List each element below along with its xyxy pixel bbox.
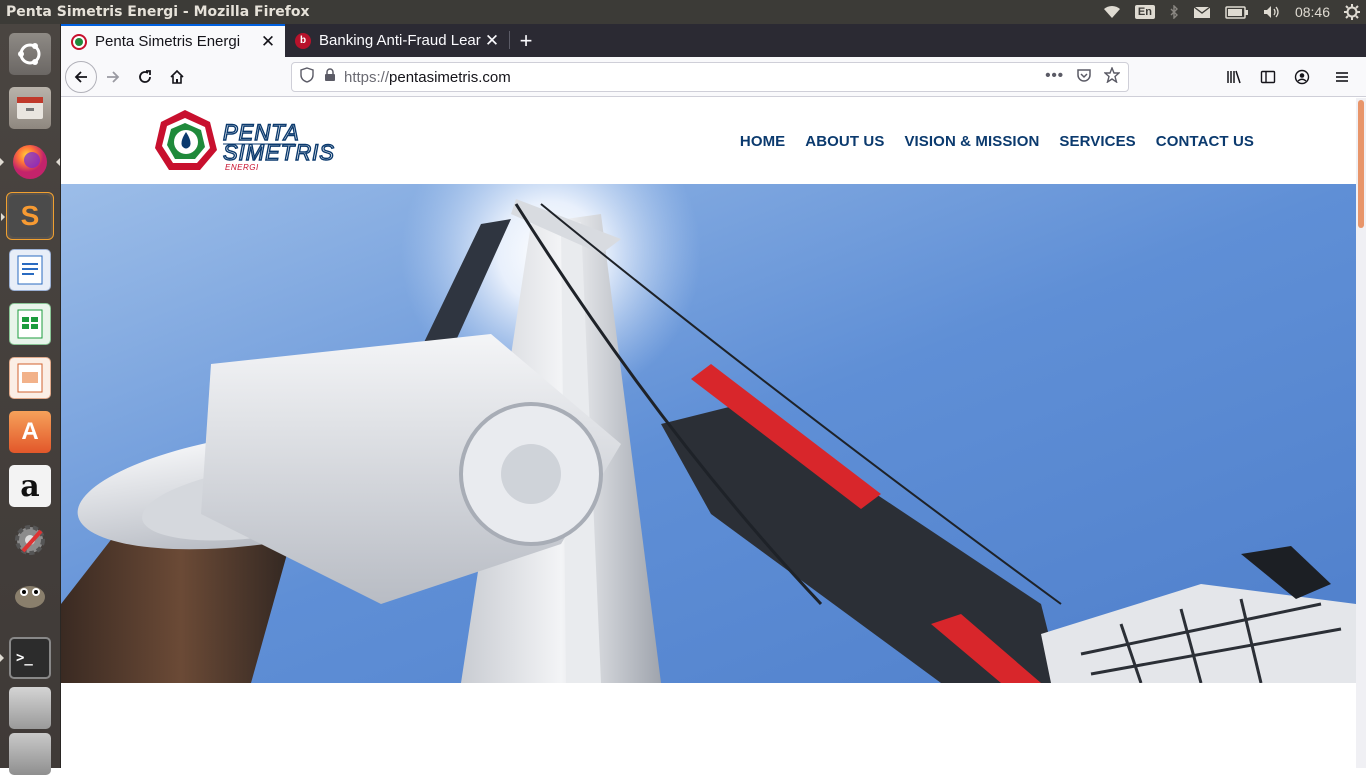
mail-icon[interactable]	[1193, 5, 1211, 19]
penta-simetris-logo[interactable]: PENTA SIMETRIS ENERGI	[155, 108, 365, 174]
scrollbar-thumb[interactable]	[1358, 100, 1364, 228]
hero-image	[61, 184, 1356, 683]
navigation-toolbar: https://pentasimetris.com •••	[61, 57, 1366, 97]
url-bar[interactable]: https://pentasimetris.com •••	[291, 62, 1129, 92]
bluetooth-icon[interactable]	[1169, 5, 1179, 19]
close-tab-icon[interactable]: ✕	[483, 31, 501, 51]
firefox-icon[interactable]	[0, 138, 60, 186]
penta-favicon-icon	[71, 33, 87, 50]
files-icon[interactable]	[6, 84, 54, 132]
web-page: PENTA SIMETRIS ENERGI HOME ABOUT US VISI…	[61, 98, 1356, 768]
reload-button[interactable]	[129, 61, 161, 93]
nav-home-link[interactable]: HOME	[740, 133, 785, 150]
system-top-panel: Penta Simetris Energi - Mozilla Firefox …	[0, 0, 1366, 24]
system-indicators: En 08:46	[1103, 4, 1360, 20]
url-scheme: https://	[344, 68, 390, 86]
unity-launcher: S A a >_	[0, 24, 61, 775]
nav-vision-mission-link[interactable]: VISION & MISSION	[904, 133, 1039, 150]
site-header: PENTA SIMETRIS ENERGI HOME ABOUT US VISI…	[61, 98, 1356, 184]
url-host: pentasimetris.com	[389, 68, 511, 86]
libreoffice-writer-icon[interactable]	[6, 246, 54, 294]
volume-icon[interactable]	[1263, 5, 1281, 19]
toolbar-right	[1218, 61, 1358, 93]
banking-favicon-icon: b	[295, 32, 311, 49]
tab-penta-simetris[interactable]: Penta Simetris Energi ✕	[61, 24, 285, 57]
system-settings-icon[interactable]	[6, 516, 54, 564]
clock[interactable]: 08:46	[1295, 4, 1330, 20]
back-button[interactable]	[65, 60, 97, 93]
forward-button[interactable]	[97, 61, 129, 93]
drive-icon[interactable]	[6, 684, 54, 732]
sidebar-icon[interactable]	[1252, 61, 1284, 93]
power-settings-icon[interactable]	[1344, 4, 1360, 20]
logo-text-line3: ENERGI	[225, 163, 259, 172]
gimp-icon[interactable]	[6, 570, 54, 618]
close-tab-icon[interactable]: ✕	[259, 32, 277, 52]
url-actions: •••	[1045, 66, 1121, 87]
terminal-icon[interactable]: >_	[0, 634, 54, 682]
nav-about-us-link[interactable]: ABOUT US	[805, 133, 884, 150]
new-tab-button[interactable]: +	[510, 24, 542, 57]
tab-title: Banking Anti-Fraud Lear	[319, 32, 481, 49]
ubuntu-dash-icon[interactable]	[6, 30, 54, 78]
trash-icon[interactable]	[6, 730, 54, 778]
home-button[interactable]	[161, 61, 193, 93]
page-actions-menu-icon[interactable]: •••	[1045, 67, 1064, 87]
wifi-icon[interactable]	[1103, 5, 1121, 19]
libreoffice-impress-icon[interactable]	[6, 354, 54, 402]
tab-title: Penta Simetris Energi	[95, 33, 241, 50]
library-icon[interactable]	[1218, 61, 1250, 93]
main-navigation: HOME ABOUT US VISION & MISSION SERVICES …	[740, 133, 1254, 150]
nav-contact-us-link[interactable]: CONTACT US	[1156, 133, 1254, 150]
libreoffice-calc-icon[interactable]	[6, 300, 54, 348]
account-icon[interactable]	[1286, 61, 1318, 93]
drilling-rig-photo	[61, 184, 1356, 683]
sublime-text-icon[interactable]: S	[1, 192, 54, 240]
lock-icon[interactable]	[324, 68, 336, 86]
keyboard-layout-indicator[interactable]: En	[1134, 5, 1155, 19]
amazon-icon[interactable]: a	[6, 462, 54, 510]
tab-banking-anti-fraud[interactable]: b Banking Anti-Fraud Lear ✕	[285, 24, 509, 57]
ubuntu-software-icon[interactable]: A	[6, 408, 54, 456]
tab-bar: Penta Simetris Energi ✕ b Banking Anti-F…	[61, 24, 1366, 57]
tracking-shield-icon[interactable]	[300, 67, 314, 87]
window-title: Penta Simetris Energi - Mozilla Firefox	[6, 4, 310, 20]
bookmark-star-icon[interactable]	[1103, 66, 1121, 87]
battery-icon[interactable]	[1225, 5, 1249, 19]
nav-services-link[interactable]: SERVICES	[1059, 133, 1135, 150]
page-scrollbar[interactable]	[1356, 98, 1366, 768]
app-menu-icon[interactable]	[1326, 61, 1358, 93]
pocket-icon[interactable]	[1076, 67, 1092, 87]
